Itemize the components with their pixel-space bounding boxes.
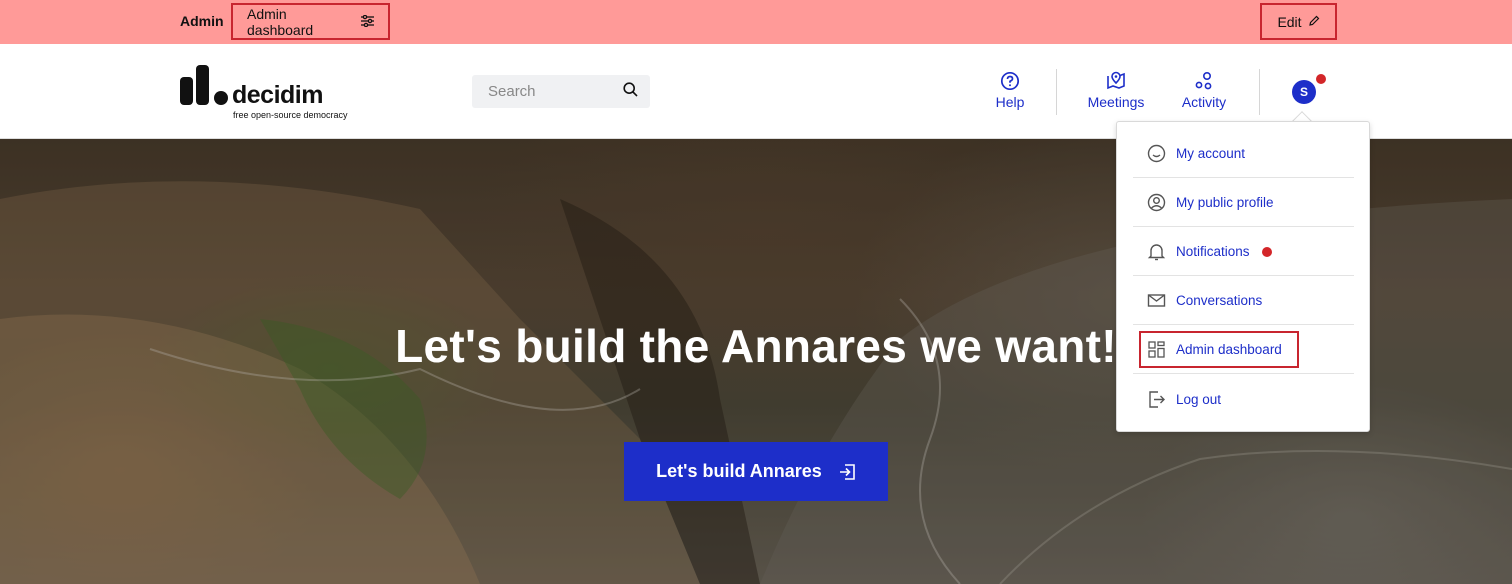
menu-item-conversations[interactable]: Conversations [1133, 277, 1354, 325]
nav-meetings[interactable]: Meetings [1084, 71, 1148, 110]
mail-icon [1147, 294, 1166, 307]
nav-activity-label: Activity [1181, 94, 1227, 110]
user-menu: My account My public profile Notificatio… [1116, 121, 1370, 432]
nav-help[interactable]: Help [990, 71, 1030, 110]
menu-item-label: My public profile [1176, 195, 1274, 210]
smile-icon [1147, 144, 1166, 163]
logo-wordmark: decidim [232, 81, 323, 109]
logo-tagline: free open-source democracy [233, 110, 348, 120]
activity-icon [1195, 71, 1212, 90]
admin-label: Admin [180, 13, 224, 29]
bell-icon [1147, 244, 1166, 261]
edit-label: Edit [1277, 13, 1302, 30]
divider [1259, 69, 1260, 115]
decidim-logo[interactable]: decidim free open-source democracy [180, 65, 370, 120]
search-box [472, 75, 650, 108]
admin-dashboard-button[interactable]: Admin dashboard [231, 3, 390, 40]
user-circle-icon [1147, 193, 1166, 212]
logout-icon [1149, 390, 1165, 408]
sliders-icon [361, 14, 374, 30]
menu-item-label: My account [1176, 146, 1246, 161]
menu-item-log-out[interactable]: Log out [1133, 375, 1354, 423]
logo-mark-icon [180, 65, 228, 105]
notification-dot [1261, 246, 1272, 257]
admin-bar: Admin Admin dashboard Edit [0, 0, 1512, 44]
admin-dashboard-highlight [1139, 331, 1299, 368]
search-icon[interactable] [623, 81, 638, 102]
nav-meetings-label: Meetings [1087, 94, 1145, 110]
nav-help-label: Help [995, 94, 1025, 110]
hero-cta-button[interactable]: Let's build Annares [624, 442, 888, 501]
menu-item-label: Log out [1176, 391, 1222, 407]
admin-dashboard-label: Admin dashboard [247, 5, 314, 38]
menu-item-public-profile[interactable]: My public profile [1133, 179, 1354, 227]
avatar[interactable]: S [1292, 80, 1316, 104]
nav-activity[interactable]: Activity [1178, 71, 1230, 110]
hero-cta-label: Let's build Annares [656, 461, 822, 481]
search-input[interactable] [488, 83, 608, 100]
notification-dot [1316, 74, 1326, 84]
menu-item-my-account[interactable]: My account [1133, 130, 1354, 178]
menu-item-notifications[interactable]: Notifications [1133, 228, 1354, 276]
help-icon [1000, 71, 1020, 91]
map-pin-icon [1107, 71, 1125, 90]
edit-button[interactable]: Edit [1260, 3, 1337, 40]
divider [1056, 69, 1057, 115]
pencil-icon [1308, 14, 1320, 30]
menu-item-label: Conversations [1176, 293, 1263, 308]
menu-item-label: Notifications [1176, 244, 1250, 259]
enter-icon [839, 463, 855, 480]
